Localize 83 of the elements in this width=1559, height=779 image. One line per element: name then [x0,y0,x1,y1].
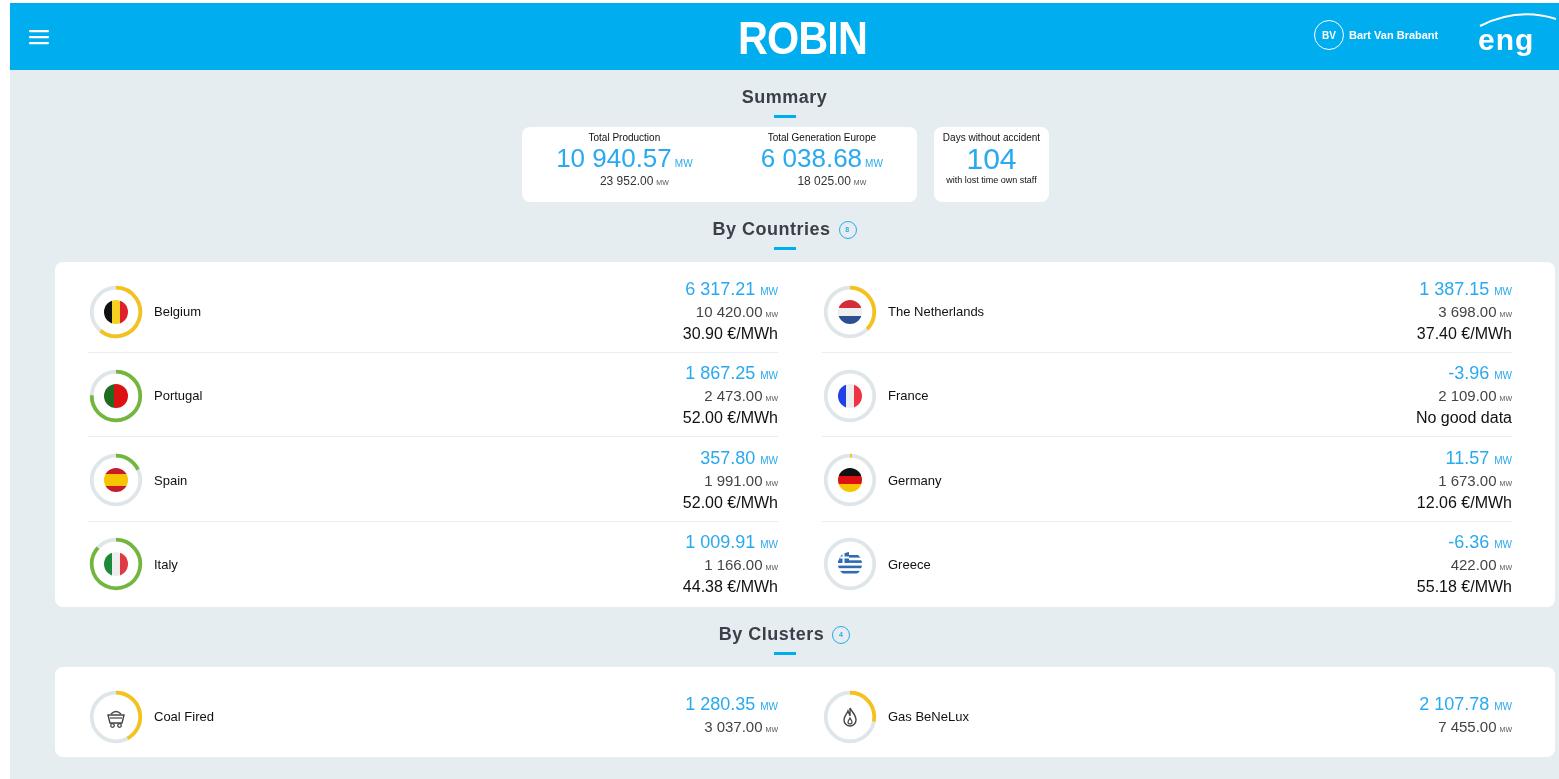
production-value: 6 317.21 [685,279,756,299]
title-underline [773,115,796,118]
capacity-value: 3 037.00 [704,718,763,735]
section-title: Summary [741,87,828,108]
price-value: 44.38 €/MWh [682,576,778,597]
gauge-ring [88,452,144,508]
price-value: 12.06 €/MWh [1416,492,1512,513]
flag-icon [838,468,862,492]
app-logo: ROBIN [738,11,867,65]
country-name: The Netherlands [888,304,986,319]
cluster-name: Gas BeNeLux [888,709,970,724]
unit-label: MW [1494,538,1512,550]
gauge-ring [822,452,878,508]
production-value: 357.80 [700,447,756,468]
production-value: 2 107.78 [1419,694,1490,714]
capacity-value: 2 473.00 [704,387,763,405]
capacity-value: 422.00 [1450,555,1497,573]
gauge-ring [822,536,878,593]
unit-label: MW [1494,454,1512,466]
gauge-ring [822,367,878,424]
unit-label: MW [865,158,883,169]
user-name[interactable]: Bart Van Brabant [1349,29,1439,41]
country-name: Italy [154,556,179,572]
metric-capacity: 18 025.00 [797,174,851,188]
price-value: 30.90 €/MWh [682,324,778,344]
country-name: France [888,388,930,404]
capacity-value: 2 109.00 [1438,387,1497,405]
gauge-ring [822,688,878,745]
title-underline [773,247,796,250]
production-value: -3.96 [1448,363,1490,384]
price-value: 37.40 €/MWh [1416,324,1512,344]
flag-icon [104,383,128,408]
production-value: 11.57 [1445,447,1490,468]
metric-label: Total Production [588,132,661,143]
price-value: 52.00 €/MWh [682,408,778,429]
unit-label: MW [760,538,778,550]
capacity-value: 1 991.00 [704,471,763,489]
unit-label: MW [760,701,778,712]
metric-label: Days without accident [942,132,1041,143]
flag-icon [838,383,862,408]
price-value: 55.18 €/MWh [1416,576,1512,597]
metric-note: with lost time own staff [946,175,1037,185]
metric-label: Total Generation Europe [767,132,877,143]
production-value: 1 009.91 [685,531,756,552]
unit-label: MW [760,454,778,466]
metric-capacity: 23 952.00 [599,174,654,188]
price-value: No good data [1415,408,1512,429]
price-value: 52.00 €/MWh [682,492,778,513]
flag-icon [838,299,862,324]
capacity-value: 1 166.00 [704,555,763,573]
unit-label: MW [1494,701,1512,712]
unit-label: MW [674,158,693,169]
section-title: By Countries [712,219,831,240]
gauge-ring [88,688,144,745]
country-name: Spain [154,472,189,488]
unit-label: MW [1494,370,1512,382]
country-name: Portugal [154,388,204,404]
metric-value: 10 940.57 [556,143,672,174]
section-title: By Clusters [718,624,825,645]
production-value: 1 280.35 [685,694,756,714]
flag-icon [838,552,862,577]
title-underline [773,652,796,655]
flag-icon [104,468,128,492]
menu-icon[interactable] [29,28,49,45]
unit-label: MW [760,286,778,297]
production-value: -6.36 [1448,531,1490,552]
swoosh-icon [1478,13,1558,27]
metric-value: 104 [966,143,1017,175]
unit-label: MW [760,370,778,382]
unit-label: MW [1494,286,1512,297]
flag-icon [104,552,128,577]
metric-value: 6 038.68 [760,143,863,174]
country-name: Germany [888,472,943,488]
cluster-name: Coal Fired [154,709,215,724]
capacity-value: 3 698.00 [1438,303,1497,320]
flag-icon [104,299,128,324]
capacity-value: 7 455.00 [1438,718,1497,735]
capacity-value: 1 673.00 [1438,471,1497,489]
country-name: Belgium [154,304,202,319]
country-name: Greece [888,556,932,572]
production-value: 1 867.25 [685,363,756,384]
production-value: 1 387.15 [1419,279,1490,299]
capacity-value: 10 420.00 [695,303,763,320]
